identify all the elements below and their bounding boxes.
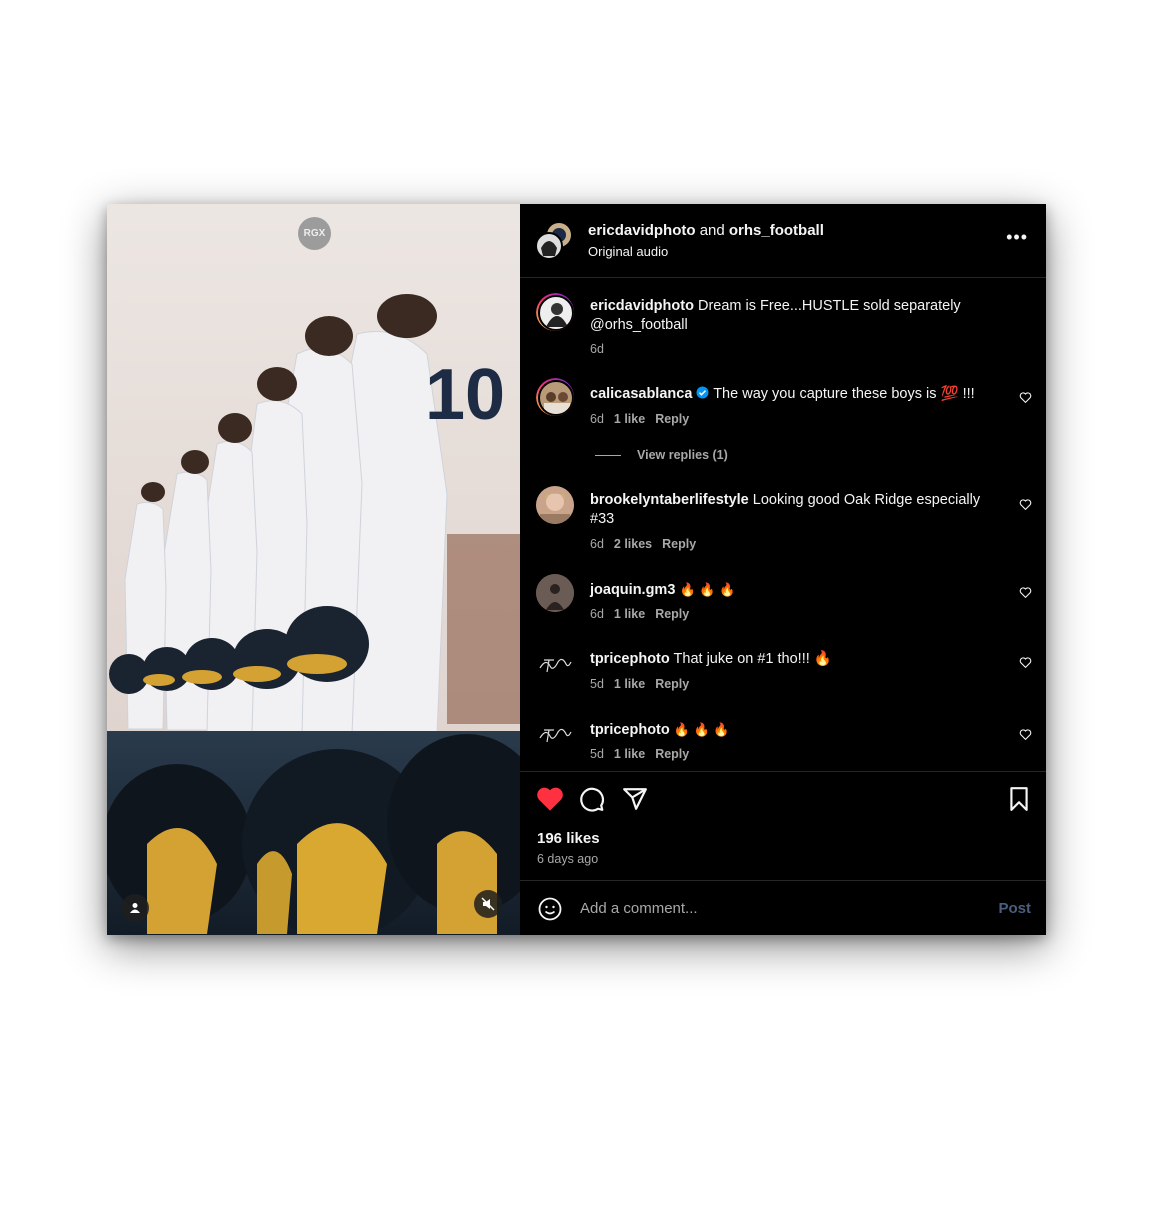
add-comment-bar: Add a comment... Post [520,880,1046,936]
more-options-button[interactable]: ••• [1006,228,1028,246]
post-modal: 10 RGX ericdavidphoto and orhs_football … [107,204,1046,935]
share-icon[interactable] [622,786,648,812]
author-joiner: and [699,222,725,239]
comment-username[interactable]: tpricephoto [590,651,670,667]
comment-time[interactable]: 6d [590,607,604,621]
comment-time[interactable]: 6d [590,412,604,426]
comment-text: 🔥 🔥 🔥 [679,582,736,597]
comments-list[interactable]: ericdavidphoto Dream is Free...HUSTLE so… [520,278,1046,770]
comment-text: The way you capture these boys is 💯 !!! [713,386,975,402]
avatar[interactable] [536,486,574,524]
user-icon [130,903,140,913]
mute-button[interactable] [474,890,502,918]
avatar[interactable] [536,574,574,612]
save-bookmark-icon[interactable] [1008,786,1030,812]
avatar-icon [540,493,570,524]
jersey-number: 10 [425,355,505,435]
replies-divider [595,455,621,457]
avatar-icon [535,223,571,260]
comment-username[interactable]: brookelyntaberlifestyle [590,492,749,508]
author-link[interactable]: ericdavidphoto [588,222,696,239]
comment-icon[interactable] [579,786,605,812]
avatar[interactable] [536,646,574,684]
comment-likes[interactable]: 2 likes [614,537,652,551]
liked-heart-icon[interactable] [536,786,564,812]
tagged-users-button[interactable] [121,894,149,922]
comment-username[interactable]: tpricephoto [590,722,670,738]
reply-button[interactable]: Reply [655,607,689,621]
reply-button[interactable]: Reply [655,412,689,426]
like-comment-icon[interactable] [1019,728,1032,741]
like-comment-icon[interactable] [1019,656,1032,669]
avatar[interactable] [536,716,574,754]
comment-username[interactable]: joaquin.gm3 [590,582,675,598]
brand-badge: RGX [298,217,331,250]
video-frame: 10 [107,204,520,935]
comment-text: 🔥 🔥 🔥 [673,722,730,737]
reply-button[interactable]: Reply [655,677,689,691]
avatar-icon [546,303,568,327]
comment-likes[interactable]: 1 like [614,677,645,691]
like-comment-icon[interactable] [1019,498,1032,511]
post-actions: 196 likes 6 days ago [520,771,1046,880]
like-comment-icon[interactable] [1019,586,1032,599]
avatar-icon [536,574,574,612]
like-comment-icon[interactable] [1019,391,1032,404]
comment-time[interactable]: 6d [590,537,604,551]
post-comment-button[interactable]: Post [998,900,1031,917]
avatar-icon [544,392,570,414]
verified-badge-icon [696,386,709,399]
view-replies-label: View replies (1) [637,448,728,462]
avatar[interactable] [536,378,574,416]
emoji-icon[interactable] [538,897,562,921]
collab-author-link[interactable]: orhs_football [729,222,824,239]
likes-count[interactable]: 196 likes [537,830,600,847]
comment-username[interactable]: calicasablanca [590,386,692,402]
reply-button[interactable]: Reply [655,747,689,761]
post-date: 6 days ago [537,852,599,866]
comment-likes[interactable]: 1 like [614,412,645,426]
audio-link[interactable]: Original audio [588,244,668,259]
signature-logo-icon [539,728,572,743]
view-replies-button[interactable]: View replies (1) [595,448,728,462]
collab-avatars[interactable] [535,222,573,260]
post-side-panel: ericdavidphoto and orhs_football Origina… [520,204,1046,935]
comment-likes[interactable]: 1 like [614,607,645,621]
post-video[interactable]: 10 RGX [107,204,520,935]
post-header: ericdavidphoto and orhs_football Origina… [520,204,1046,278]
comment-time[interactable]: 5d [590,677,604,691]
comment-time[interactable]: 6d [590,342,604,356]
comment-text: That juke on #1 tho!!! 🔥 [673,651,832,667]
reply-button[interactable]: Reply [662,537,696,551]
comment-time[interactable]: 5d [590,747,604,761]
comment-username[interactable]: ericdavidphoto [590,298,694,314]
comment-input[interactable]: Add a comment... [580,900,698,917]
muted-speaker-icon [481,897,495,911]
avatar[interactable] [536,293,574,331]
post-authors: ericdavidphoto and orhs_football [588,222,824,239]
comment-likes[interactable]: 1 like [614,747,645,761]
signature-logo-icon [539,658,572,673]
